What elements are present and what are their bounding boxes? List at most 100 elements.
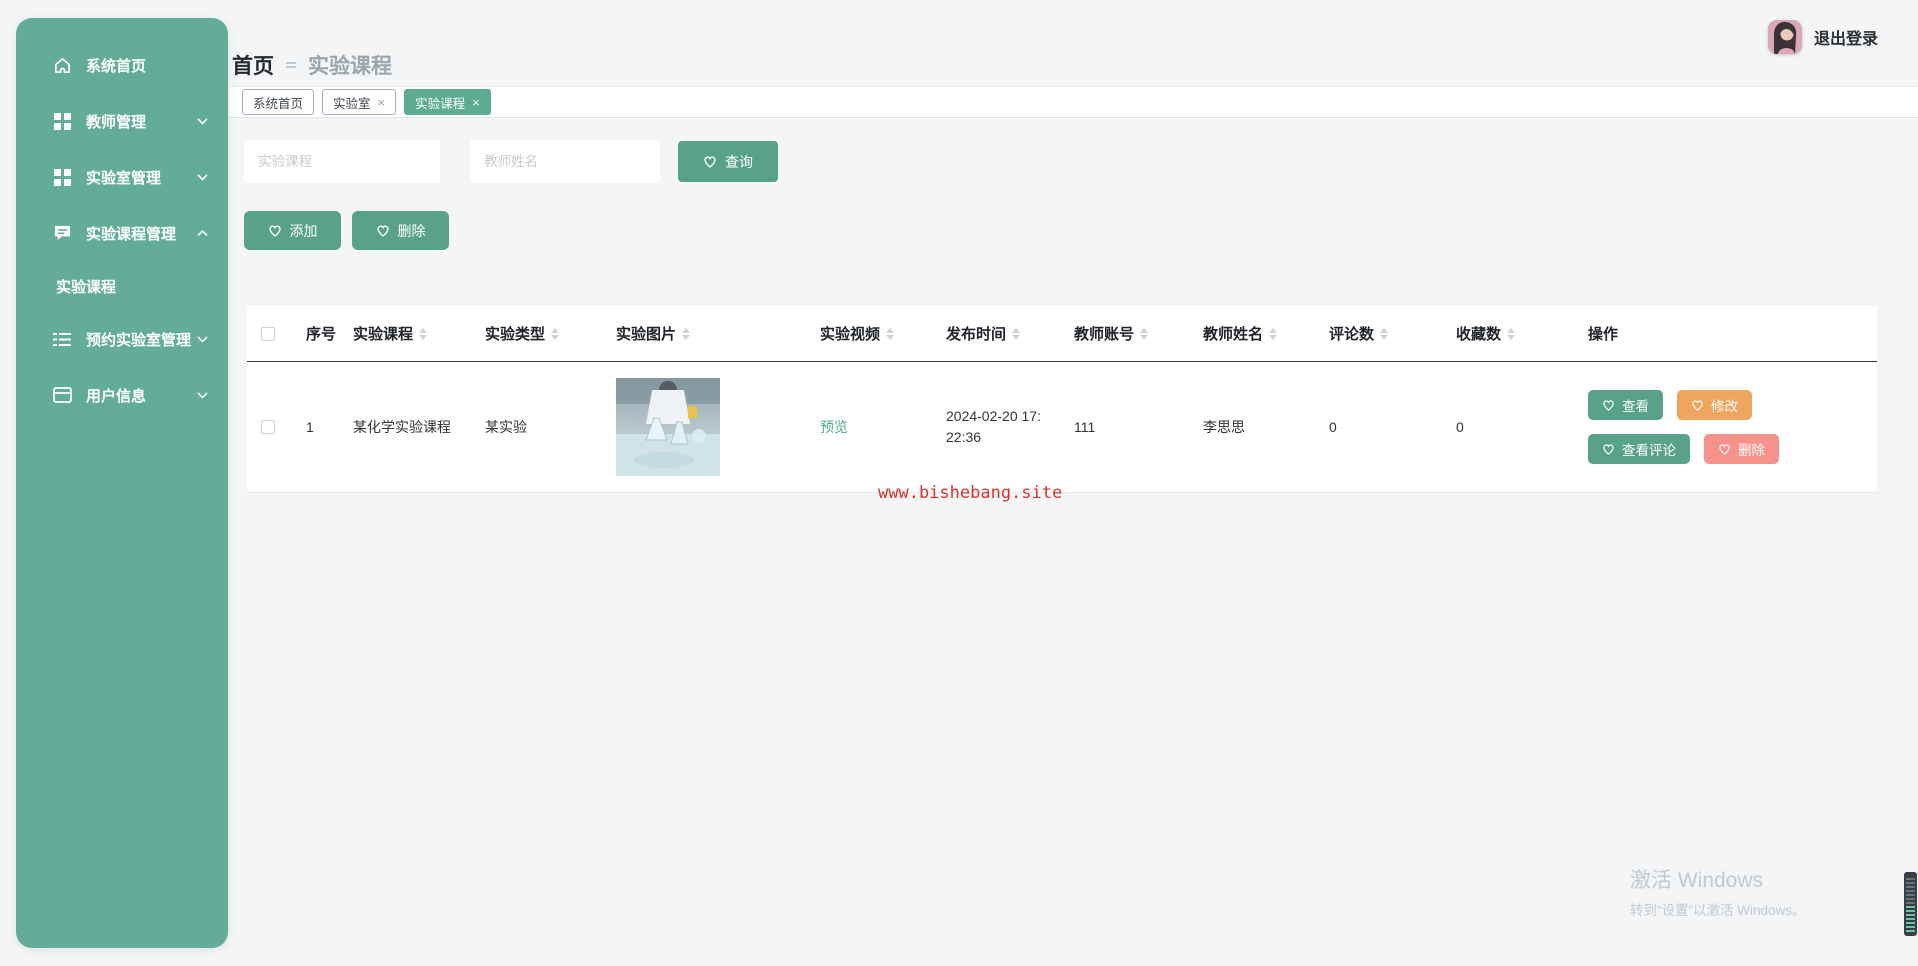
- heart-icon: [1603, 400, 1614, 411]
- header-image: 实验图片: [616, 326, 677, 343]
- heart-icon: [1719, 444, 1730, 455]
- grid-icon: [52, 167, 72, 187]
- row-teacher-account: 111: [1074, 419, 1096, 435]
- video-preview-link[interactable]: 预览: [820, 417, 848, 437]
- sidebar-item-lab-mgmt[interactable]: 实验室管理: [16, 154, 228, 200]
- teacher-search-input[interactable]: [470, 140, 660, 183]
- tab-label: 系统首页: [253, 96, 304, 111]
- edit-button[interactable]: 修改: [1677, 390, 1752, 420]
- breadcrumb-home[interactable]: 首页: [232, 50, 274, 80]
- heart-icon: [1603, 444, 1614, 455]
- sort-icon[interactable]: [1380, 327, 1389, 340]
- row-course: 某化学实验课程: [353, 419, 451, 435]
- row-comments-count: 0: [1329, 419, 1337, 435]
- header-video: 实验视频: [820, 326, 881, 343]
- heart-icon: [268, 225, 281, 237]
- row-index: 1: [306, 419, 314, 435]
- sort-icon[interactable]: [1012, 327, 1021, 340]
- sidebar-item-label: 教师管理: [86, 113, 147, 131]
- list-icon: [52, 329, 72, 349]
- sort-icon[interactable]: [886, 327, 895, 340]
- sort-icon[interactable]: [551, 327, 560, 340]
- select-all-checkbox[interactable]: [261, 326, 275, 341]
- header-name: 教师姓名: [1203, 326, 1264, 343]
- windows-activation-title: 激活 Windows: [1630, 869, 1764, 892]
- sidebar-item-home[interactable]: 系统首页: [16, 42, 228, 88]
- sidebar-item-user-info[interactable]: 用户信息: [16, 372, 228, 418]
- chevron-down-icon: [197, 117, 208, 125]
- course-search-input[interactable]: [244, 140, 440, 183]
- sidebar-item-label: 预约实验室管理: [86, 331, 192, 349]
- close-icon[interactable]: ×: [472, 95, 480, 110]
- windows-activation-subtitle: 转到“设置”以激活 Windows。: [1630, 903, 1806, 918]
- row-actions: 查看 修改 查看评论 删除: [1588, 390, 1779, 464]
- query-button-label: 查询: [725, 153, 753, 170]
- user-area: 退出登录: [1767, 20, 1878, 54]
- avatar[interactable]: [1767, 20, 1802, 54]
- add-button[interactable]: 添加: [244, 211, 341, 250]
- row-delete-button[interactable]: 删除: [1704, 434, 1779, 464]
- close-icon[interactable]: ×: [378, 95, 386, 110]
- tab-label: 实验课程: [415, 96, 466, 111]
- row-delete-button-label: 删除: [1738, 443, 1765, 458]
- row-publish-time: 2024-02-20 17:22:36: [946, 408, 1041, 445]
- grid-icon: [52, 111, 72, 131]
- breadcrumb-separator-icon: [286, 62, 296, 68]
- row-checkbox[interactable]: [261, 420, 275, 434]
- sort-icon[interactable]: [1269, 327, 1278, 340]
- sidebar-item-label: 系统首页: [86, 57, 147, 75]
- tab-strip: 系统首页 实验室 × 实验课程 ×: [229, 86, 1918, 118]
- view-comments-button-label: 查看评论: [1622, 443, 1676, 458]
- sidebar-item-teacher-mgmt[interactable]: 教师管理: [16, 98, 228, 144]
- sidebar-item-booking-mgmt[interactable]: 预约实验室管理: [16, 316, 228, 362]
- sidebar-item-course-mgmt[interactable]: 实验课程管理: [16, 210, 228, 256]
- sort-icon[interactable]: [682, 327, 691, 340]
- heart-icon: [704, 156, 716, 168]
- edge-scroll-widget[interactable]: [1904, 872, 1917, 936]
- sidebar-item-label: 实验课程管理: [86, 225, 177, 243]
- sidebar-subitem-course[interactable]: 实验课程: [16, 266, 228, 306]
- query-button[interactable]: 查询: [678, 141, 778, 182]
- header-time: 发布时间: [946, 326, 1007, 343]
- heart-icon: [1692, 400, 1703, 411]
- chevron-down-icon: [197, 335, 208, 343]
- add-button-label: 添加: [289, 222, 318, 239]
- breadcrumb-current: 实验课程: [308, 55, 392, 78]
- view-button[interactable]: 查看: [1588, 390, 1663, 420]
- tab-system-home[interactable]: 系统首页: [242, 89, 315, 115]
- row-teacher-name: 李思思: [1203, 419, 1245, 435]
- sidebar-subitem-label: 实验课程: [56, 278, 117, 296]
- edit-button-label: 修改: [1711, 399, 1738, 414]
- delete-button-label: 删除: [397, 222, 426, 239]
- course-table: 序号 实验课程 实验类型 实验图片 实验视频 发布时间 教师账号 教师姓名 评论…: [247, 306, 1877, 493]
- breadcrumb: 首页 实验课程: [232, 50, 392, 80]
- tab-lab[interactable]: 实验室 ×: [322, 89, 397, 115]
- sort-icon[interactable]: [1507, 327, 1516, 340]
- logout-button[interactable]: 退出登录: [1814, 25, 1878, 49]
- card-icon: [52, 385, 72, 405]
- header-index: 序号: [306, 326, 337, 343]
- chat-icon: [52, 223, 72, 243]
- edge-widget-top-stripes: [1906, 876, 1915, 904]
- sidebar-item-label: 实验室管理: [86, 169, 162, 187]
- delete-button[interactable]: 删除: [352, 211, 449, 250]
- experiment-photo[interactable]: [616, 378, 720, 476]
- chevron-up-icon: [197, 229, 208, 237]
- windows-activation-notice: 激活 Windows 转到“设置”以激活 Windows。: [1630, 864, 1806, 919]
- header-account: 教师账号: [1074, 326, 1135, 343]
- header-type: 实验类型: [485, 326, 546, 343]
- tab-course[interactable]: 实验课程 ×: [404, 89, 491, 115]
- view-button-label: 查看: [1622, 399, 1649, 414]
- view-comments-button[interactable]: 查看评论: [1588, 434, 1690, 464]
- header-comments: 评论数: [1329, 326, 1375, 343]
- sort-icon[interactable]: [1140, 327, 1149, 340]
- table-header-row: 序号 实验课程 实验类型 实验图片 实验视频 发布时间 教师账号 教师姓名 评论…: [247, 306, 1877, 362]
- sort-icon[interactable]: [419, 327, 428, 340]
- edge-widget-bottom-stripes: [1906, 904, 1915, 932]
- table-row: 1 某化学实验课程 某实验 预览 2024-02-20 17:22:36 111…: [247, 362, 1877, 493]
- tab-label: 实验室: [333, 96, 371, 111]
- heart-icon: [376, 225, 389, 237]
- chevron-down-icon: [197, 173, 208, 181]
- header-favorites: 收藏数: [1456, 326, 1502, 343]
- header-course: 实验课程: [353, 326, 414, 343]
